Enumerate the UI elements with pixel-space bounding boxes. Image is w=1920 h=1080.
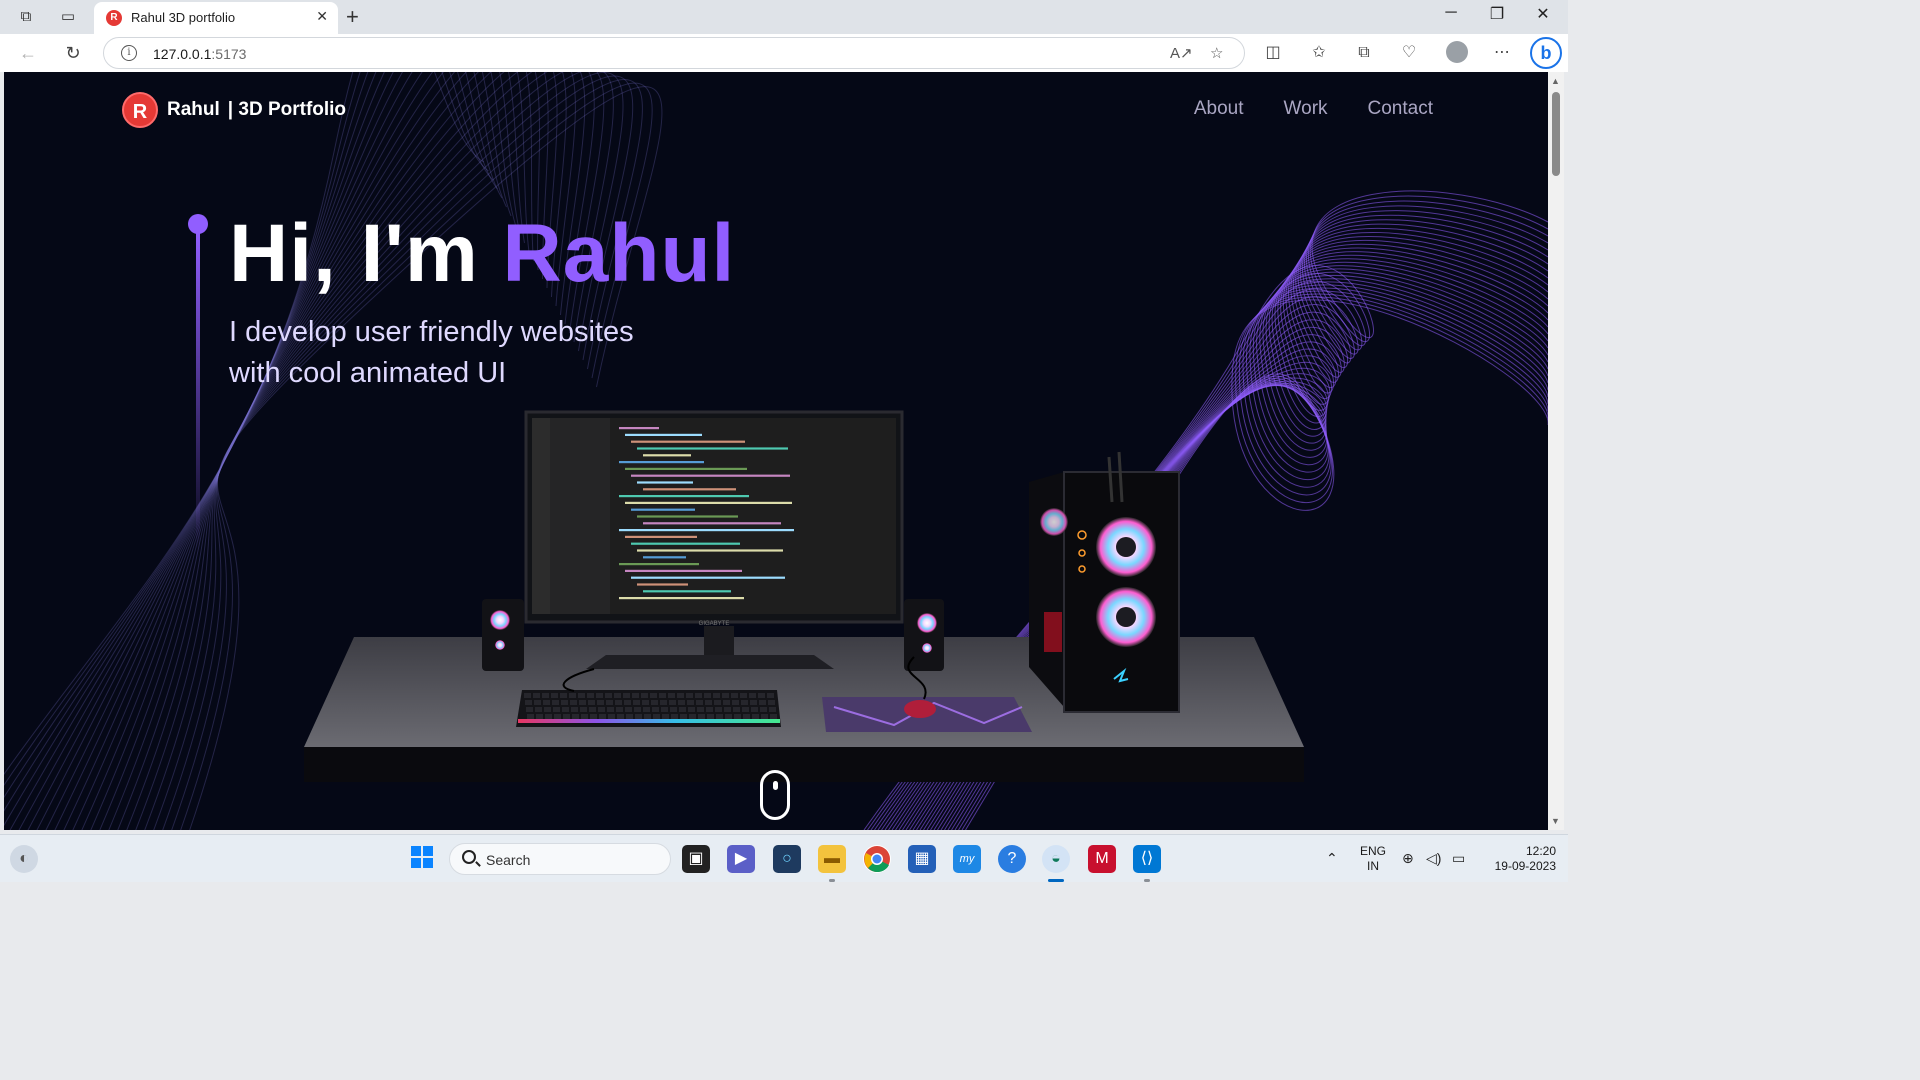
task-view-icon[interactable]: ▣ bbox=[682, 845, 710, 873]
monitor-stand bbox=[586, 655, 834, 669]
gaming-mouse bbox=[904, 700, 936, 718]
myhp-icon[interactable]: my bbox=[953, 845, 981, 873]
scroll-wheel-dot bbox=[773, 781, 778, 790]
tab-actions-icon[interactable]: ▭ bbox=[58, 7, 78, 27]
windows-start-icon[interactable] bbox=[408, 845, 436, 873]
site-nav: About Work Contact bbox=[1194, 98, 1433, 120]
network-globe-icon[interactable]: ⊕ bbox=[1402, 850, 1414, 867]
hero-accent-line bbox=[196, 232, 200, 552]
window-close-icon[interactable]: ✕ bbox=[1520, 4, 1566, 24]
tips-icon[interactable]: ? bbox=[998, 845, 1026, 873]
explorer-running-indicator bbox=[829, 879, 835, 882]
chrome-icon[interactable] bbox=[863, 845, 891, 873]
tab-close-icon[interactable]: ✕ bbox=[316, 8, 328, 25]
taskbar-search-box[interactable]: Search bbox=[449, 843, 671, 875]
vscode-running-indicator bbox=[1144, 879, 1150, 882]
taskbar-search-placeholder: Search bbox=[486, 852, 531, 868]
read-aloud-icon[interactable]: A↗ bbox=[1170, 44, 1193, 62]
profile-avatar[interactable] bbox=[1446, 41, 1468, 63]
weather-widget-icon[interactable]: ◐ bbox=[10, 845, 38, 873]
mcafee-icon[interactable]: M bbox=[1088, 845, 1116, 873]
nav-contact[interactable]: Contact bbox=[1368, 98, 1433, 120]
back-icon[interactable]: ← bbox=[17, 42, 39, 64]
brand-name: Rahul | 3D Portfolio bbox=[167, 99, 347, 120]
browser-essentials-icon[interactable]: ♡ bbox=[1398, 42, 1420, 64]
collections-icon[interactable]: ⧉ bbox=[1353, 42, 1375, 64]
logo-icon: R bbox=[122, 92, 158, 128]
split-screen-icon[interactable]: ◫ bbox=[1262, 42, 1284, 64]
pc-tower-side bbox=[1029, 472, 1064, 707]
scrollbar-thumb[interactable] bbox=[1552, 92, 1560, 176]
url-text[interactable]: 127.0.0.1:5173 bbox=[153, 46, 246, 62]
hero-name: Rahul bbox=[502, 208, 736, 299]
show-hidden-icons-chevron-icon[interactable]: ⌃ bbox=[1326, 850, 1338, 867]
minimize-icon[interactable]: ─ bbox=[1428, 4, 1474, 22]
edge-icon[interactable]: ◒ bbox=[1042, 845, 1070, 873]
edge-active-indicator bbox=[1048, 879, 1064, 882]
browser-tab[interactable]: R Rahul 3D portfolio ✕ bbox=[94, 2, 338, 34]
microsoft-store-icon[interactable]: ▦ bbox=[908, 845, 936, 873]
workspaces-icon[interactable]: ⧉ bbox=[16, 7, 36, 27]
page-scrollbar[interactable]: ▲ ▼ bbox=[1548, 72, 1564, 830]
clock[interactable]: 12:20 19-09-2023 bbox=[1480, 844, 1556, 874]
bing-copilot-icon[interactable]: b bbox=[1530, 37, 1562, 69]
tab-favicon-icon: R bbox=[106, 10, 122, 26]
favorite-star-icon[interactable]: ☆ bbox=[1210, 44, 1223, 62]
site-logo-link[interactable]: R Rahul | 3D Portfolio bbox=[122, 92, 346, 128]
browser-tab-bar: ⧉ ▭ R Rahul 3D portfolio ✕ + ─ ❐ ✕ bbox=[0, 0, 1568, 34]
search-icon bbox=[462, 850, 476, 864]
desk-edge bbox=[304, 747, 1304, 782]
nav-about[interactable]: About bbox=[1194, 98, 1244, 120]
browser-toolbar: ← ↻ i 127.0.0.1:5173 A↗ ☆ ◫ ✩ ⧉ ♡ ⋯ b bbox=[0, 34, 1568, 72]
site-info-icon[interactable]: i bbox=[121, 45, 137, 61]
left-speaker bbox=[482, 599, 524, 671]
hero-subtitle: I develop user friendly websites with co… bbox=[229, 316, 634, 389]
more-options-icon[interactable]: ⋯ bbox=[1491, 42, 1513, 64]
favorites-icon[interactable]: ✩ bbox=[1308, 42, 1330, 64]
hero-title: Hi, I'm Rahul bbox=[229, 208, 736, 299]
new-tab-icon[interactable]: + bbox=[346, 4, 359, 30]
language-indicator[interactable]: ENG IN bbox=[1358, 844, 1388, 874]
refresh-icon[interactable]: ↻ bbox=[62, 42, 84, 64]
volume-icon[interactable]: ◁) bbox=[1426, 850, 1441, 867]
windows-taskbar: ◐ Search ▣ ▶ ○ ▬ ▦ my ? ◒ M ⟨⟩ ⌃ ENG IN … bbox=[0, 834, 1568, 882]
teams-chat-icon[interactable]: ▶ bbox=[727, 845, 755, 873]
3d-computer-scene[interactable]: GIGABYTE bbox=[294, 407, 1314, 787]
address-bar[interactable]: i 127.0.0.1:5173 A↗ ☆ bbox=[103, 37, 1245, 69]
vscode-icon[interactable]: ⟨⟩ bbox=[1133, 845, 1161, 873]
scroll-down-indicator[interactable] bbox=[760, 770, 790, 820]
page-viewport: R Rahul | 3D Portfolio About Work Contact… bbox=[4, 72, 1548, 830]
cortana-icon[interactable]: ○ bbox=[773, 845, 801, 873]
maximize-icon[interactable]: ❐ bbox=[1474, 4, 1520, 24]
battery-icon[interactable]: ▭ bbox=[1452, 850, 1465, 867]
scroll-up-arrow-icon[interactable]: ▲ bbox=[1551, 76, 1560, 86]
file-explorer-icon[interactable]: ▬ bbox=[818, 845, 846, 873]
tab-title: Rahul 3D portfolio bbox=[131, 10, 236, 25]
scroll-down-arrow-icon[interactable]: ▼ bbox=[1551, 816, 1560, 826]
hero-accent-dot bbox=[188, 214, 208, 234]
nav-work[interactable]: Work bbox=[1284, 98, 1328, 120]
